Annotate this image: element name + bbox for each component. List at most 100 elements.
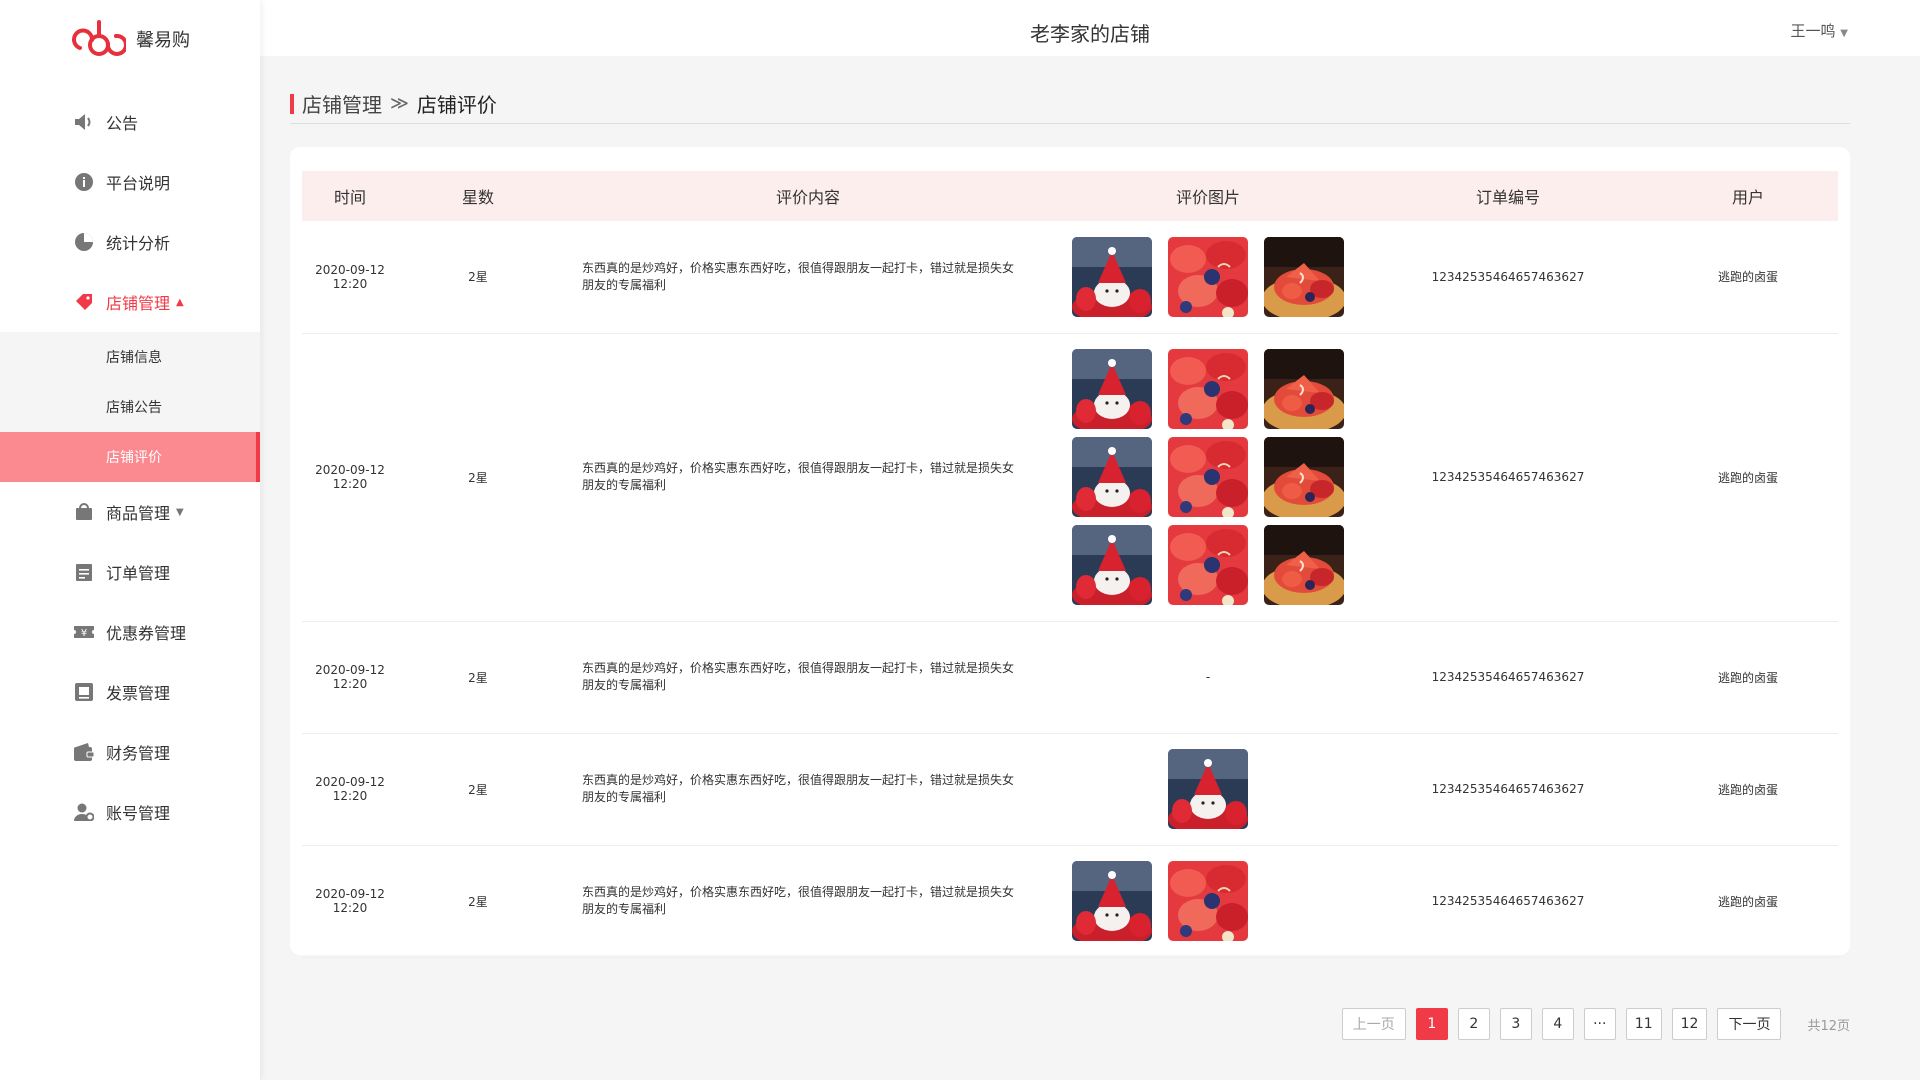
sidebar-item-coupon-management[interactable]: ¥ 优惠券管理 [0, 602, 260, 662]
review-date: 2020-09-12 [315, 463, 385, 477]
column-header-user: 用户 [1658, 171, 1838, 221]
sidebar-item-label: 财务管理 [106, 744, 171, 763]
cell-stars: 2星 [398, 221, 558, 334]
user-menu[interactable]: 王一鸣 ▼ [1791, 20, 1849, 41]
sidebar-subitem-shop-info[interactable]: 店铺信息 [0, 332, 260, 382]
sidebar-item-platform-info[interactable]: 平台说明 [0, 152, 260, 212]
cell-stars: 2星 [398, 733, 558, 846]
shop-title: 老李家的店铺 [1030, 22, 1150, 46]
prev-page-button[interactable]: 上一页 [1341, 1008, 1406, 1040]
cell-review-images: - [1058, 621, 1358, 734]
column-header-time: 时间 [302, 171, 398, 221]
cell-review-content: 东西真的是炒鸡好，价格实惠东西好吃，很值得跟朋友一起打卡，错过就是损失女朋友的专… [558, 733, 1058, 846]
review-image-thumbnail[interactable] [1168, 861, 1248, 941]
cell-time: 2020-09-12 12:20 [302, 845, 398, 958]
cell-time: 2020-09-12 12:20 [302, 733, 398, 846]
review-image-grid [1058, 847, 1358, 955]
review-time: 12:20 [332, 789, 368, 803]
sidebar-nav-lower: 商品管理 ▼ 订单管理 ¥ 优惠券管理 发票管理 财务管理 账号管理 [0, 482, 260, 842]
review-image-thumbnail[interactable] [1168, 437, 1248, 517]
sidebar-subitem-shop-reviews[interactable]: 店铺评价 [0, 432, 260, 482]
review-image-thumbnail[interactable] [1072, 349, 1152, 429]
bag-icon [74, 502, 94, 522]
review-date: 2020-09-12 [315, 775, 385, 789]
table-row: 2020-09-12 12:20 2星 东西真的是炒鸡好，价格实惠东西好吃，很值得跟朋… [302, 621, 1838, 734]
cell-review-content: 东西真的是炒鸡好，价格实惠东西好吃，很值得跟朋友一起打卡，错过就是损失女朋友的专… [558, 333, 1058, 622]
breadcrumb-current: 店铺评价 [416, 93, 497, 117]
cell-stars: 2星 [398, 333, 558, 622]
table-row: 2020-09-12 12:20 2星 东西真的是炒鸡好，价格实惠东西好吃，很值得跟朋… [302, 333, 1838, 622]
sidebar-item-label: 统计分析 [106, 234, 171, 253]
table-row: 2020-09-12 12:20 2星 东西真的是炒鸡好，价格实惠东西好吃，很值得跟朋… [302, 733, 1838, 846]
breadcrumb-parent[interactable]: 店铺管理 [302, 89, 382, 118]
page-number-button[interactable]: 11 [1625, 1008, 1662, 1040]
caret-down-icon: ▼ [1840, 28, 1848, 39]
review-image-thumbnail[interactable] [1072, 437, 1152, 517]
page-ellipsis[interactable]: ··· [1583, 1008, 1616, 1040]
sidebar-item-label: 订单管理 [106, 564, 171, 583]
cell-review-content: 东西真的是炒鸡好，价格实惠东西好吃，很值得跟朋友一起打卡，错过就是损失女朋友的专… [558, 621, 1058, 734]
reviews-table: 时间 星数 评价内容 评价图片 订单编号 用户 2020-09-12 12:20 2… [302, 171, 1838, 958]
sidebar-item-product-management[interactable]: 商品管理 ▼ [0, 482, 260, 542]
page-number-button[interactable]: 12 [1671, 1008, 1708, 1040]
sidebar-item-order-management[interactable]: 订单管理 [0, 542, 260, 602]
review-image-thumbnail[interactable] [1264, 349, 1344, 429]
sidebar-item-label: 账号管理 [106, 804, 171, 823]
sidebar-item-finance-management[interactable]: 财务管理 [0, 722, 260, 782]
speaker-icon [74, 112, 94, 132]
cell-user: 逃跑的卤蛋 [1658, 845, 1838, 958]
clipboard-icon [74, 562, 94, 582]
pie-chart-icon [74, 232, 94, 252]
page-number-button[interactable]: 4 [1541, 1008, 1574, 1040]
review-image-thumbnail[interactable] [1072, 861, 1152, 941]
cell-user: 逃跑的卤蛋 [1658, 221, 1838, 334]
review-time: 12:20 [332, 276, 368, 291]
review-image-thumbnail[interactable] [1072, 236, 1152, 317]
column-header-stars: 星数 [398, 171, 558, 221]
cell-order-number: 12342535464657463627 [1358, 845, 1658, 958]
review-image-thumbnail[interactable] [1168, 749, 1248, 829]
review-image-thumbnail[interactable] [1264, 236, 1344, 317]
page-number-button[interactable]: 2 [1457, 1008, 1490, 1040]
cell-review-images [1058, 333, 1358, 622]
page-number-button[interactable]: 3 [1499, 1008, 1532, 1040]
review-image-thumbnail[interactable] [1168, 349, 1248, 429]
review-image-thumbnail[interactable] [1168, 236, 1248, 317]
page-number-button[interactable]: 1 [1415, 1008, 1448, 1040]
wallet-icon [74, 742, 94, 762]
column-header-order-number: 订单编号 [1358, 171, 1658, 221]
cell-order-number: 12342535464657463627 [1358, 221, 1658, 334]
top-header: 老李家的店铺 王一鸣 ▼ [260, 0, 1920, 56]
sidebar-item-statistics[interactable]: 统计分析 [0, 212, 260, 272]
user-name: 王一鸣 [1790, 22, 1836, 40]
cell-review-images [1058, 845, 1358, 958]
sidebar-item-shop-management[interactable]: 店铺管理 ▲ [0, 272, 260, 332]
cell-review-images [1058, 733, 1358, 846]
sidebar-item-label: 商品管理 [106, 504, 171, 523]
sidebar-subitem-shop-announcement[interactable]: 店铺公告 [0, 382, 260, 432]
cell-review-content: 东西真的是炒鸡好，价格实惠东西好吃，很值得跟朋友一起打卡，错过就是损失女朋友的专… [558, 221, 1058, 334]
review-date: 2020-09-12 [315, 262, 385, 277]
logo[interactable]: 馨易购 [0, 0, 260, 78]
sidebar-nav: 公告 平台说明 统计分析 店铺管理 ▲ [0, 92, 260, 332]
sidebar-item-invoice-management[interactable]: 发票管理 [0, 662, 260, 722]
shop-tag-icon [74, 292, 94, 312]
review-image-grid [1058, 735, 1358, 843]
cell-review-images [1058, 221, 1358, 334]
review-image-thumbnail[interactable] [1264, 525, 1344, 605]
sidebar-item-account-management[interactable]: 账号管理 [0, 782, 260, 842]
cell-time: 2020-09-12 12:20 [302, 333, 398, 622]
invoice-icon [74, 682, 94, 702]
cell-order-number: 12342535464657463627 [1358, 733, 1658, 846]
next-page-button[interactable]: 下一页 [1717, 1008, 1782, 1040]
table-row: 2020-09-12 12:20 2星 东西真的是炒鸡好，价格实惠东西好吃，很值得跟朋… [302, 221, 1838, 334]
sidebar-item-label: 平台说明 [106, 174, 171, 193]
review-image-thumbnail[interactable] [1168, 525, 1248, 605]
review-image-grid [1058, 335, 1358, 619]
sidebar: 馨易购 公告 平台说明 统计分析 店铺管理 ▲ 店铺信息 店铺公告 店铺评价 商… [0, 0, 260, 1080]
page-number-list: 1 2 3 4 ··· 11 12 [1415, 1008, 1708, 1040]
review-image-thumbnail[interactable] [1072, 525, 1152, 605]
sidebar-item-announcement[interactable]: 公告 [0, 92, 260, 152]
review-image-thumbnail[interactable] [1264, 437, 1344, 517]
no-images-placeholder: - [1205, 670, 1211, 684]
